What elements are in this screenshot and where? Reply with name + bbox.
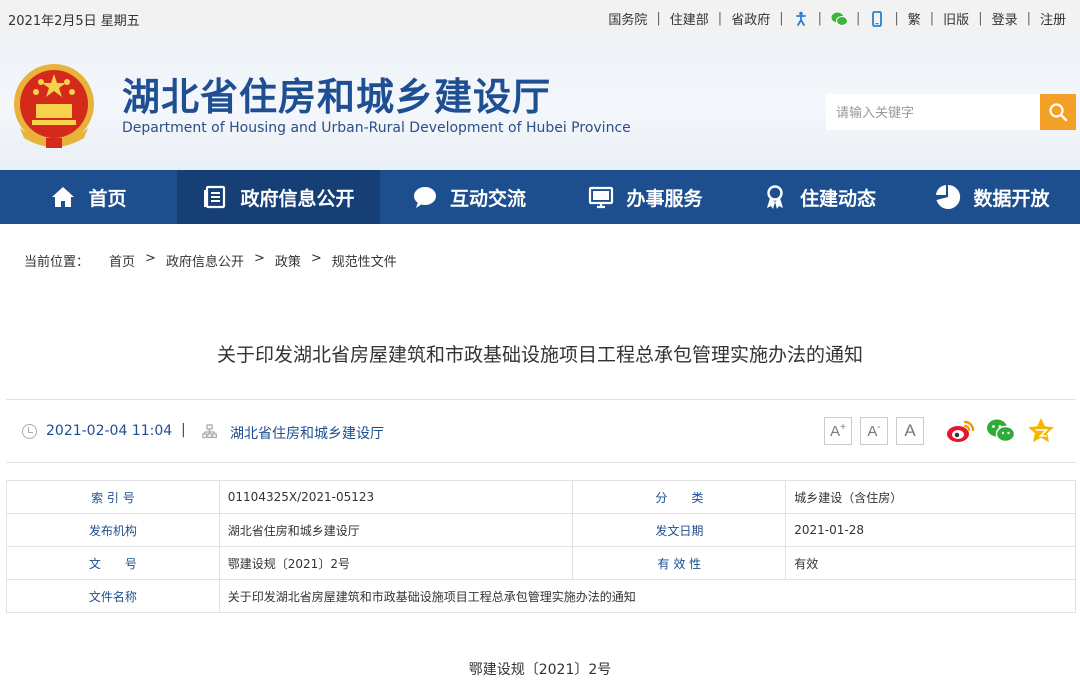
- breadcrumb-separator: >: [310, 251, 322, 266]
- home-icon: [52, 187, 75, 207]
- link-provincial-gov[interactable]: 省政府: [731, 9, 770, 28]
- breadcrumb-separator: >: [145, 251, 156, 266]
- link-state-council[interactable]: 国务院: [608, 9, 647, 28]
- organization-icon: [202, 424, 217, 439]
- nav-label: 首页: [88, 187, 127, 210]
- nav-item-open-data[interactable]: 数据开放: [905, 170, 1080, 224]
- nav-label: 住建动态: [799, 187, 876, 210]
- info-value-validity: 有效: [785, 546, 1076, 580]
- document-icon: [204, 185, 226, 209]
- info-key-validity: 有 效 性: [572, 546, 787, 580]
- monitor-icon: [589, 186, 614, 209]
- info-value-doc-number: 鄂建设规〔2021〕2号: [218, 546, 574, 580]
- table-row: 索 引 号 01104325X/2021-05123 分 类 城乡建设（含住房）: [6, 480, 1076, 514]
- info-key-category: 分 类: [572, 480, 787, 514]
- publish-datetime: 2021-02-04 11:04: [46, 423, 173, 439]
- breadcrumb-prefix: 当前位置：: [24, 255, 90, 270]
- table-row: 文件名称 关于印发湖北省房屋建筑和市政基础设施项目工程总承包管理实施办法的通知: [6, 579, 1077, 613]
- nav-label: 互动交流: [449, 187, 526, 210]
- info-key-index: 索 引 号: [6, 480, 220, 514]
- breadcrumb: 当前位置： 首页 > 政府信息公开 > 政策 > 规范性文件: [24, 251, 407, 270]
- article-title: 关于印发湖北省房屋建筑和市政基础设施项目工程总承包管理实施办法的通知: [216, 344, 863, 366]
- font-increase-button[interactable]: A+: [824, 417, 852, 445]
- chat-icon: [413, 187, 436, 208]
- table-row: 文 号 鄂建设规〔2021〕2号 有 效 性 有效: [6, 546, 1076, 580]
- nav-item-services[interactable]: 办事服务: [558, 170, 733, 224]
- top-links: 国务院 | 住建部 | 省政府 | | | | 繁 | 旧版 | 登录 | 注册: [608, 9, 1066, 28]
- link-old-version[interactable]: 旧版: [943, 9, 969, 28]
- search-box: [826, 94, 1076, 130]
- mobile-icon[interactable]: [869, 10, 885, 27]
- info-key-publisher: 发布机构: [6, 513, 220, 547]
- weibo-icon[interactable]: [946, 416, 976, 446]
- site-title: 湖北省住房和城乡建设厅: [122, 74, 552, 119]
- font-decrease-label: A-: [867, 422, 881, 440]
- font-decrease-button[interactable]: A-: [860, 417, 888, 445]
- link-login[interactable]: 登录: [992, 9, 1018, 28]
- accessibility-icon[interactable]: [793, 11, 809, 27]
- wechat-share-icon[interactable]: [986, 416, 1016, 446]
- favorite-star-icon[interactable]: [1026, 416, 1056, 446]
- font-increase-label: A+: [830, 422, 846, 440]
- clock-icon: [22, 424, 37, 439]
- site-title-english: Department of Housing and Urban-Rural De…: [122, 120, 631, 136]
- national-emblem-icon: [14, 64, 94, 148]
- award-icon: [766, 185, 783, 209]
- breadcrumb-separator: >: [253, 251, 265, 266]
- search-button[interactable]: [1040, 94, 1076, 130]
- search-icon: [1049, 103, 1068, 122]
- info-value-category: 城乡建设（含住房）: [785, 480, 1076, 514]
- nav-item-gov-info[interactable]: 政府信息公开: [177, 170, 380, 224]
- document-info-table: 索 引 号 01104325X/2021-05123 分 类 城乡建设（含住房）…: [6, 480, 1077, 613]
- source-organization: 湖北省住房和城乡建设厅: [230, 426, 384, 442]
- pie-chart-icon: [936, 184, 961, 209]
- article-meta: 2021-02-04 11:04 | 湖北省住房和城乡建设厅 A+ A- A: [6, 399, 1076, 463]
- breadcrumb-home[interactable]: 首页: [109, 251, 135, 270]
- link-mohurd[interactable]: 住建部: [670, 9, 709, 28]
- nav-label: 政府信息公开: [240, 187, 355, 210]
- article-doc-number: 鄂建设规〔2021〕2号: [468, 662, 612, 678]
- table-row: 发布机构 湖北省住房和城乡建设厅 发文日期 2021-01-28: [6, 513, 1076, 547]
- site-header: 湖北省住房和城乡建设厅 Department of Housing and Ur…: [0, 36, 1080, 170]
- nav-label: 办事服务: [626, 187, 703, 210]
- breadcrumb-normative-docs[interactable]: 规范性文件: [332, 251, 397, 270]
- info-value-publisher: 湖北省住房和城乡建设厅: [218, 513, 574, 547]
- wechat-icon[interactable]: [831, 11, 848, 27]
- breadcrumb-policy[interactable]: 政策: [275, 251, 301, 270]
- search-input[interactable]: [826, 94, 1040, 130]
- nav-item-news[interactable]: 住建动态: [733, 170, 905, 224]
- font-reset-button[interactable]: A: [896, 417, 924, 445]
- main-nav: 首页 政府信息公开 互动交流 办事服务 住建动态 数据开放: [0, 170, 1080, 224]
- info-value-doc-name: 关于印发湖北省房屋建筑和市政基础设施项目工程总承包管理实施办法的通知: [218, 579, 1077, 613]
- info-key-issue-date: 发文日期: [572, 513, 787, 547]
- nav-label: 数据开放: [973, 187, 1050, 210]
- info-key-doc-name: 文件名称: [6, 579, 220, 613]
- current-date: 2021年2月5日 星期五: [8, 14, 140, 29]
- top-bar: 2021年2月5日 星期五 国务院 | 住建部 | 省政府 | | | | 繁 …: [0, 0, 1080, 36]
- nav-item-interaction[interactable]: 互动交流: [380, 170, 558, 224]
- link-traditional-chinese[interactable]: 繁: [908, 9, 921, 28]
- font-reset-label: A: [904, 421, 916, 440]
- info-key-doc-number: 文 号: [6, 546, 220, 580]
- meta-divider: |: [181, 422, 186, 438]
- breadcrumb-gov-info[interactable]: 政府信息公开: [166, 251, 244, 270]
- nav-item-home[interactable]: 首页: [0, 170, 177, 224]
- link-register[interactable]: 注册: [1040, 9, 1066, 28]
- info-value-index: 01104325X/2021-05123: [218, 480, 574, 514]
- info-value-issue-date: 2021-01-28: [785, 513, 1076, 547]
